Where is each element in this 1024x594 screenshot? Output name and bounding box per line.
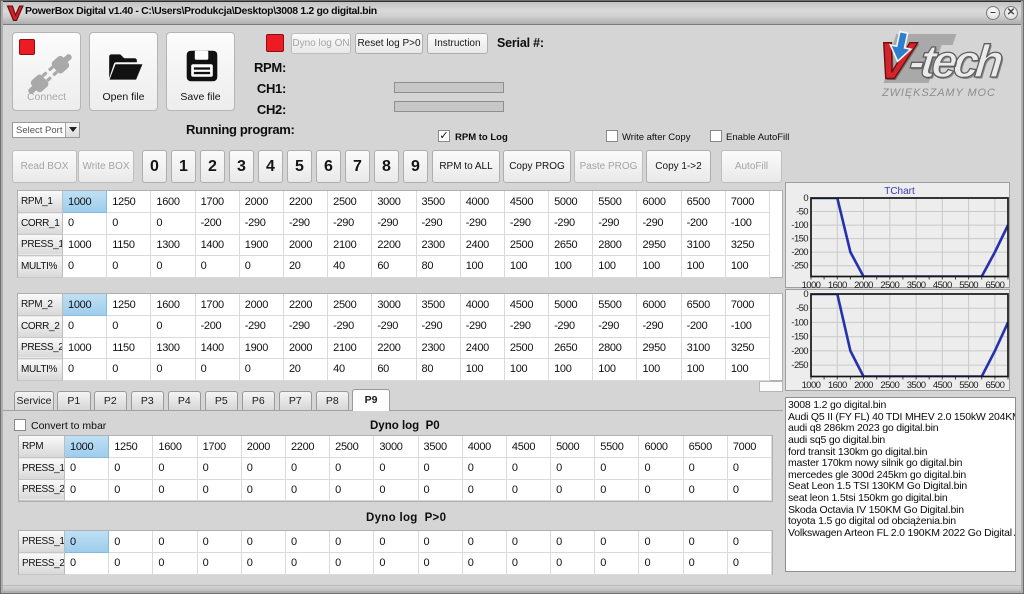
svg-text:4500: 4500 <box>933 380 952 391</box>
svg-text:-150: -150 <box>791 234 808 245</box>
svg-text:-250: -250 <box>791 360 808 371</box>
svg-text:6500: 6500 <box>986 280 1005 289</box>
svg-text:5500: 5500 <box>959 380 978 391</box>
svg-text:-50: -50 <box>796 207 808 218</box>
svg-text:-50: -50 <box>796 303 808 314</box>
svg-text:-150: -150 <box>791 332 808 343</box>
svg-text:6500: 6500 <box>986 380 1005 391</box>
svg-text:3500: 3500 <box>907 280 926 289</box>
svg-text:-100: -100 <box>791 220 808 231</box>
svg-text:0: 0 <box>803 290 808 300</box>
svg-text:-100: -100 <box>791 317 808 328</box>
svg-text:-200: -200 <box>791 247 808 258</box>
svg-text:0: 0 <box>803 193 808 204</box>
svg-text:-tech: -tech <box>907 35 1005 87</box>
svg-text:4500: 4500 <box>933 280 952 289</box>
svg-text:1000: 1000 <box>802 280 821 289</box>
svg-text:1600: 1600 <box>828 380 847 391</box>
svg-text:-250: -250 <box>791 261 808 272</box>
svg-text:1000: 1000 <box>802 380 821 391</box>
svg-text:ZWIĘKSZAMY MOC: ZWIĘKSZAMY MOC <box>881 87 996 99</box>
svg-text:-200: -200 <box>791 346 808 357</box>
svg-text:TChart: TChart <box>884 186 915 197</box>
svg-text:2000: 2000 <box>854 380 873 391</box>
svg-text:2500: 2500 <box>880 380 899 391</box>
svg-text:1600: 1600 <box>828 280 847 289</box>
svg-text:3500: 3500 <box>907 380 926 391</box>
svg-text:2000: 2000 <box>854 280 873 289</box>
svg-text:5500: 5500 <box>959 280 978 289</box>
svg-text:2500: 2500 <box>880 280 899 289</box>
